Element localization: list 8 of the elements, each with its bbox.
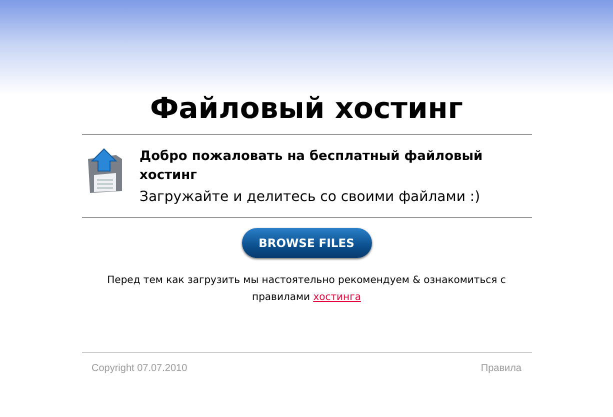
- browse-files-button[interactable]: BROWSE FILES: [242, 228, 372, 258]
- welcome-subtitle: Загружайте и делитесь со своими файлами :): [140, 188, 482, 207]
- copyright-text: Copyright 07.07.2010: [92, 363, 188, 374]
- welcome-heading: Добро пожаловать на бесплатный файловый хостинг: [140, 148, 484, 185]
- rules-footer-link[interactable]: Правила: [480, 363, 522, 374]
- rules-link[interactable]: хостинга: [313, 292, 361, 303]
- site-title: Файловый хостинг: [149, 90, 464, 127]
- rules-notice: Перед тем как загрузить мы настоятельно рекомендуем & ознакомиться с правилами хостинга: [106, 274, 507, 305]
